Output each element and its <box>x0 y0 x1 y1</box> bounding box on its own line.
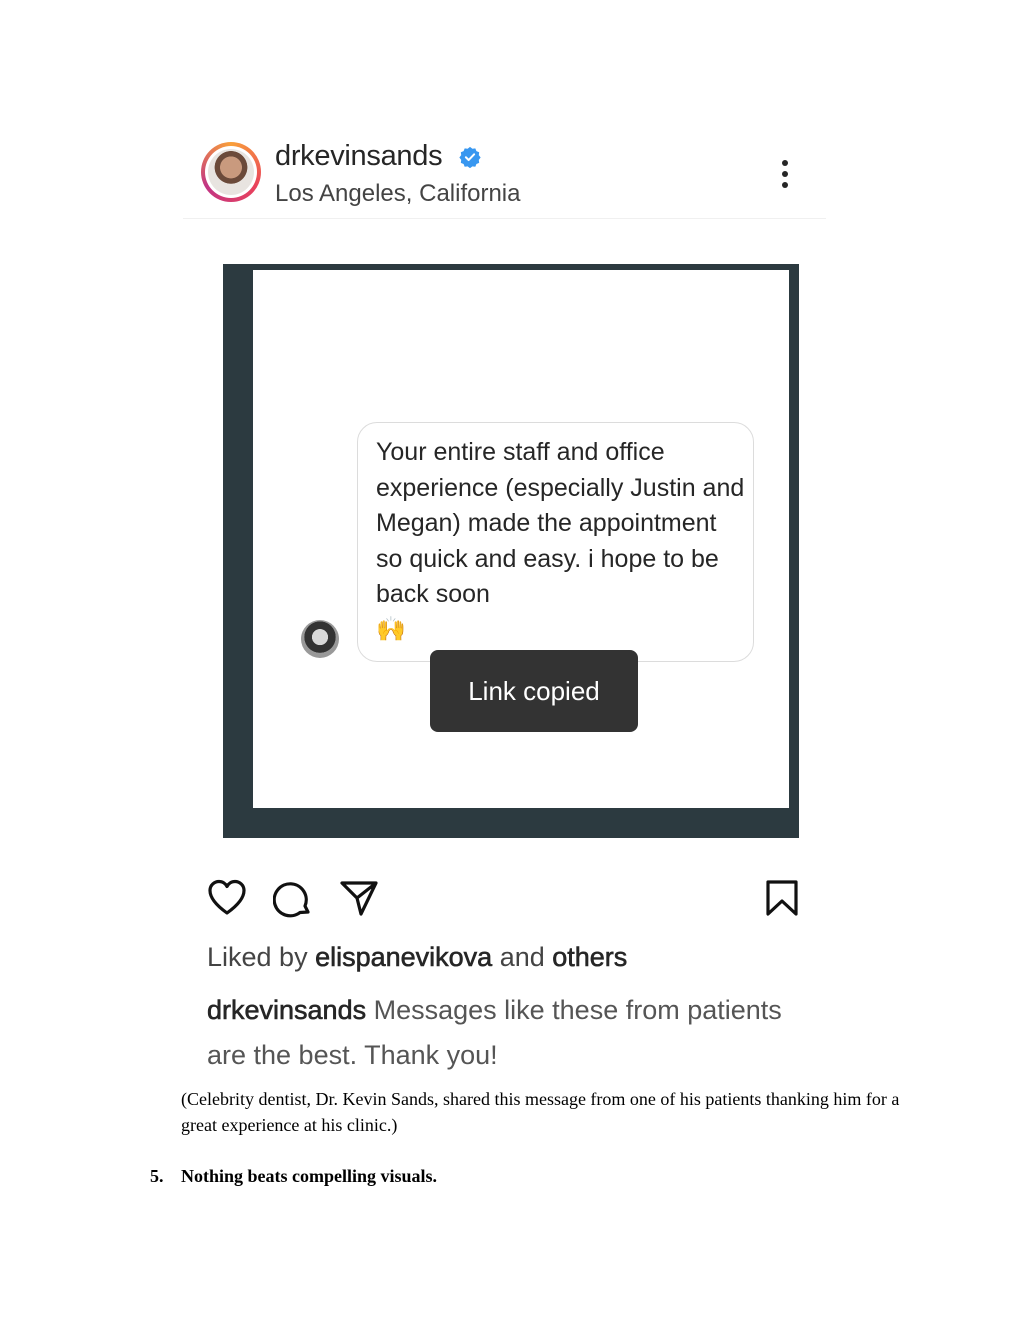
instagram-post: drkevinsands Los Angeles, California You… <box>183 130 826 1075</box>
heading-text: Nothing beats compelling visuals. <box>181 1166 438 1186</box>
post-username[interactable]: drkevinsands <box>275 140 443 173</box>
comment-icon[interactable] <box>273 879 313 919</box>
screenshot-canvas: Your entire staff and office experience … <box>253 270 789 808</box>
post-header: drkevinsands Los Angeles, California <box>183 130 826 219</box>
post-actions <box>183 875 826 925</box>
image-caption: (Celebrity dentist, Dr. Kevin Sands, sha… <box>181 1089 900 1135</box>
verified-badge-icon <box>459 146 481 168</box>
caption-username[interactable]: drkevinsands <box>207 995 367 1026</box>
raised-hands-emoji: 🙌 <box>376 616 406 643</box>
post-image: Your entire staff and office experience … <box>223 264 799 838</box>
profile-avatar[interactable] <box>201 142 261 202</box>
link-copied-toast: Link copied <box>430 650 638 732</box>
heading-number: 5. <box>150 1166 164 1186</box>
sender-avatar <box>301 620 339 658</box>
bookmark-icon[interactable] <box>765 879 799 917</box>
likes-others-link[interactable]: others <box>552 942 628 973</box>
liker-username[interactable]: elispanevikova <box>315 942 493 973</box>
likes-line: Liked by elispanevikova and others <box>207 942 628 973</box>
message-bubble: Your entire staff and office experience … <box>357 422 754 662</box>
more-icon[interactable] <box>779 158 791 190</box>
heart-icon[interactable] <box>207 879 247 917</box>
share-icon[interactable] <box>339 879 379 917</box>
post-caption: drkevinsands Messages like these from pa… <box>207 988 807 1078</box>
message-text: Your entire staff and office experience … <box>376 438 745 608</box>
section-heading: 5. Nothing beats compelling visuals. <box>150 1166 437 1187</box>
post-location[interactable]: Los Angeles, California <box>275 180 520 208</box>
